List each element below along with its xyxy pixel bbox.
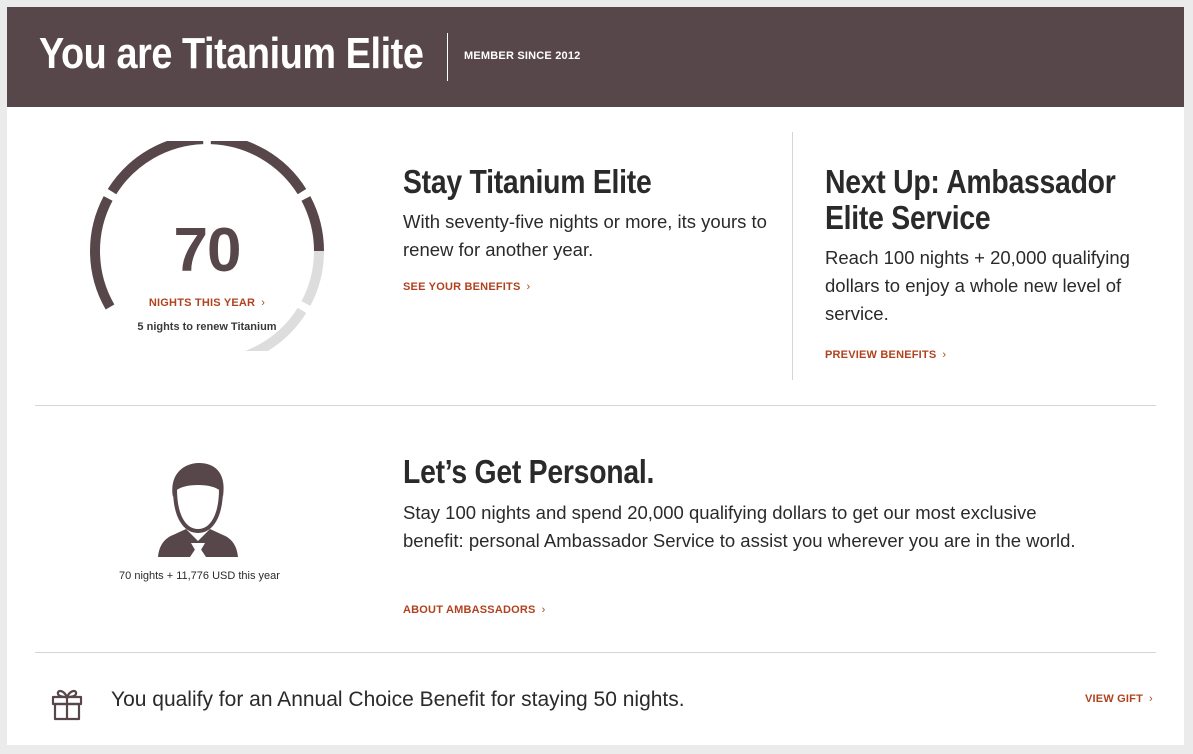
- avatar-caption: 70 nights + 11,776 USD this year: [119, 570, 280, 582]
- next-up-heading-line1: Next Up: Ambassador: [825, 163, 1116, 200]
- personal-body: Stay 100 nights and spend 20,000 qualify…: [403, 502, 1076, 551]
- chevron-right-icon: ›: [526, 281, 531, 293]
- gauge-segment-filled: [107, 141, 204, 195]
- gauge-segment-filled: [210, 141, 307, 195]
- nights-count: 70: [173, 216, 242, 285]
- view-gift-label: VIEW GIFT: [1085, 693, 1144, 705]
- status-card: You are Titanium Elite MEMBER SINCE 2012…: [7, 7, 1184, 745]
- section-divider-1: [35, 405, 1156, 406]
- chevron-right-icon: ›: [942, 349, 947, 361]
- about-ambassadors-label: ABOUT AMBASSADORS: [403, 604, 536, 616]
- about-ambassadors-link[interactable]: ABOUT AMBASSADORS ›: [403, 604, 545, 616]
- chevron-right-icon: ›: [541, 604, 546, 616]
- preview-benefits-label: PREVIEW BENEFITS: [825, 349, 937, 361]
- member-since: MEMBER SINCE 2012: [464, 50, 581, 62]
- nights-link-label: NIGHTS THIS YEAR: [148, 297, 256, 309]
- stay-heading: Stay Titanium Elite: [403, 163, 652, 200]
- see-benefits-label: SEE YOUR BENEFITS: [403, 281, 521, 293]
- chevron-right-icon: ›: [261, 297, 266, 309]
- column-divider: [792, 132, 793, 380]
- status-banner: You are Titanium Elite MEMBER SINCE 2012: [7, 7, 1184, 107]
- gauge-segment-empty: [301, 250, 324, 306]
- stay-body: With seventy-five nights or more, its yo…: [403, 211, 767, 260]
- nights-this-year-link[interactable]: NIGHTS THIS YEAR ›: [107, 297, 307, 309]
- page-title: You are Titanium Elite: [39, 29, 424, 78]
- see-benefits-link[interactable]: SEE YOUR BENEFITS ›: [403, 281, 530, 293]
- banner-divider: [447, 33, 448, 81]
- personal-heading: Let’s Get Personal.: [403, 453, 655, 490]
- gift-icon: [51, 689, 83, 721]
- preview-benefits-link[interactable]: PREVIEW BENEFITS ›: [825, 349, 946, 361]
- gauge-segment-filled: [301, 196, 324, 252]
- next-up-body: Reach 100 nights + 20,000 qualifying dol…: [825, 247, 1130, 324]
- annual-benefit-text: You qualify for an Annual Choice Benefit…: [111, 688, 685, 711]
- user-avatar-icon: [158, 463, 238, 557]
- view-gift-link[interactable]: VIEW GIFT ›: [1085, 693, 1153, 705]
- section-divider-2: [35, 652, 1156, 653]
- renew-note: 5 nights to renew Titanium: [137, 321, 277, 333]
- chevron-right-icon: ›: [1149, 693, 1153, 705]
- next-up-heading-line2: Elite Service: [825, 199, 991, 236]
